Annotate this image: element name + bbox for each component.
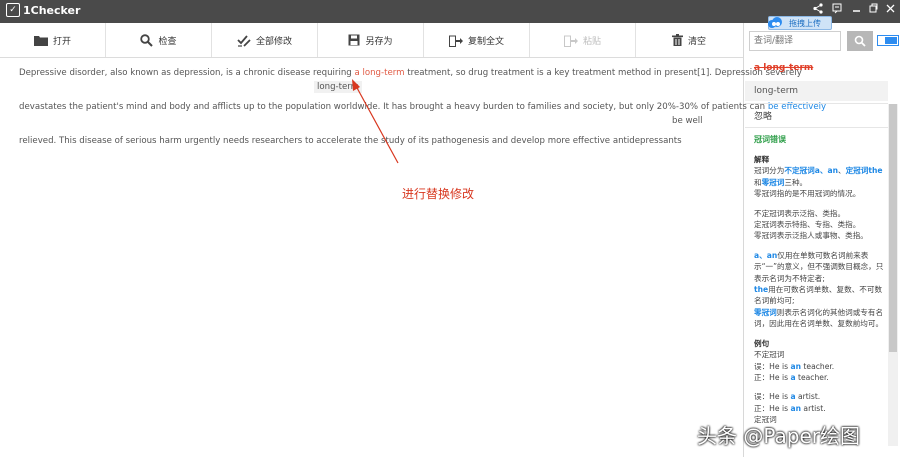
example-line: 误：He is a artist.	[754, 392, 821, 402]
example-heading: 例句	[754, 338, 770, 348]
search-icon	[854, 35, 866, 47]
watermark-text: 头条 @Paper绘图	[697, 424, 860, 448]
panel-scrollbar-thumb[interactable]	[889, 104, 897, 352]
explanation-paragraph: a、an仅用在单数可数名词前来表示“一”的意义，但不强调数目概念，只表示名词为不…	[754, 250, 884, 329]
original-phrase: a long-term	[754, 63, 814, 73]
explanation-line: 不定冠词表示泛指、类指。	[754, 208, 846, 218]
explanation-line: 和零冠词三种。	[754, 177, 808, 187]
error-category: 冠词错误	[754, 135, 786, 144]
divider	[745, 127, 888, 128]
correction-panel: a long-term long-term 忽略 冠词错误 解释 冠词分为不定冠…	[745, 23, 900, 457]
example-line: 正：He is an artist.	[754, 403, 826, 413]
explanation-line: 零冠词表示泛指人或事物、类指。	[754, 231, 868, 241]
divider	[745, 103, 888, 104]
annotation-text: 进行替换修改	[402, 187, 475, 201]
example-line: 不定冠词	[754, 350, 785, 360]
example-line: 正：He is a teacher.	[754, 372, 829, 382]
explanation-body: 解释 冠词分为不定冠词a、an、定冠词the 和零冠词三种。 零冠词指的是不用冠…	[754, 154, 886, 426]
suggestion-option[interactable]: long-term	[745, 81, 888, 101]
dictionary-search-input[interactable]	[749, 31, 841, 51]
ignore-button[interactable]: 忽略	[754, 109, 772, 122]
explanation-line: 冠词分为不定冠词a、an、定冠词the	[754, 166, 883, 176]
example-line: 误：He is an teacher.	[754, 361, 835, 371]
explanation-heading: 解释	[754, 155, 770, 164]
panel-toggle-switch[interactable]	[877, 35, 899, 46]
explanation-line: 定冠词表示特指、专指、类指。	[754, 220, 861, 230]
dictionary-search-button[interactable]	[847, 31, 873, 51]
explanation-line: 零冠词指的是不用冠词的情况。	[754, 189, 861, 199]
